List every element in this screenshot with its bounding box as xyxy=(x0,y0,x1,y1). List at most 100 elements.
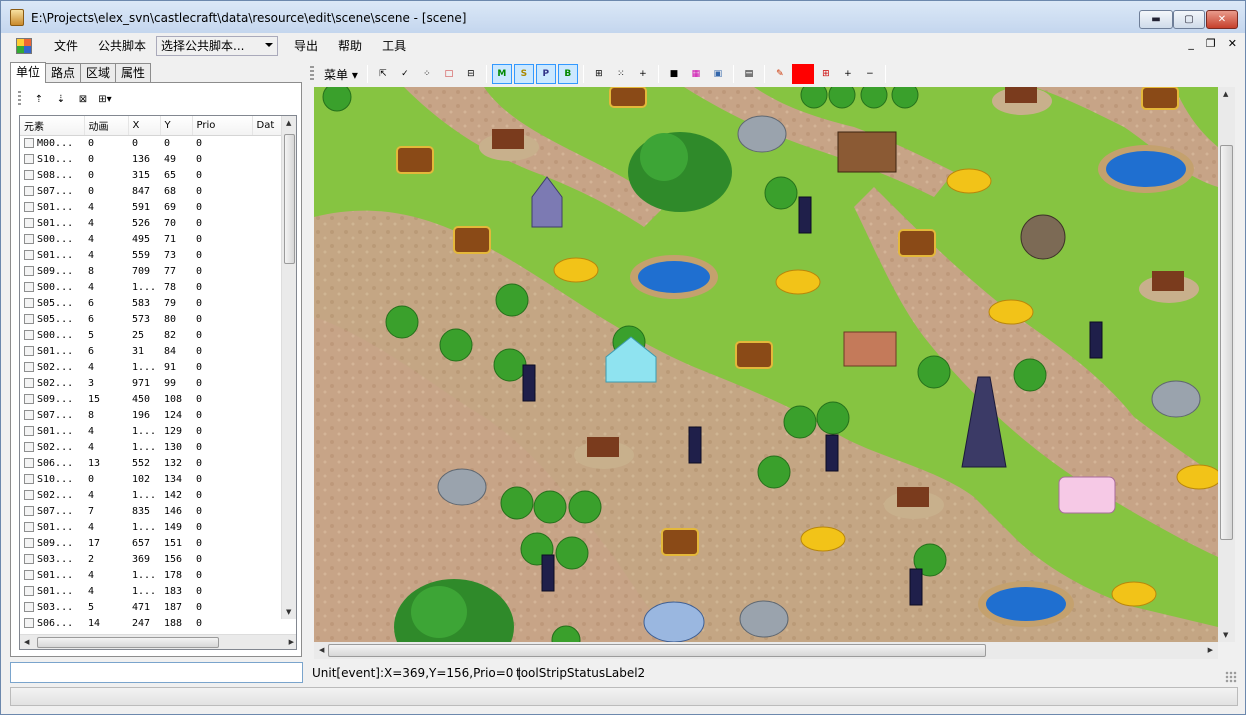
cell-element[interactable]: S09... xyxy=(20,263,84,279)
mdi-close-button[interactable]: ✕ xyxy=(1228,37,1237,50)
table-row[interactable]: S06... 14 247 188 0 xyxy=(20,615,282,631)
column-animation[interactable]: 动画 xyxy=(84,116,129,136)
document-list-icon[interactable]: ▤ xyxy=(739,64,759,84)
row-checkbox[interactable] xyxy=(24,217,34,228)
cell-element[interactable]: S01... xyxy=(20,519,84,535)
table-row[interactable]: S02... 4 1... 91 0 xyxy=(20,359,282,375)
row-checkbox[interactable] xyxy=(24,185,34,196)
map-vertical-scrollbar[interactable]: ▲ ▼ xyxy=(1218,87,1235,642)
table-row[interactable]: S01... 4 1... 178 0 xyxy=(20,567,282,583)
cell-element[interactable]: S09... xyxy=(20,391,84,407)
table-row[interactable]: S10... 0 102 134 0 xyxy=(20,471,282,487)
row-checkbox[interactable] xyxy=(24,153,34,164)
document-icon[interactable] xyxy=(16,37,32,54)
row-checkbox[interactable] xyxy=(24,505,34,516)
cell-element[interactable]: S10... xyxy=(20,471,84,487)
scroll-up-icon[interactable]: ▲ xyxy=(1223,90,1228,98)
scroll-down-icon[interactable]: ▼ xyxy=(286,608,291,616)
select-icon[interactable]: ⇱ xyxy=(373,64,393,84)
row-checkbox[interactable] xyxy=(24,393,34,404)
row-checkbox[interactable] xyxy=(24,569,34,580)
row-checkbox[interactable] xyxy=(24,457,34,468)
cell-element[interactable]: S02... xyxy=(20,375,84,391)
row-checkbox[interactable] xyxy=(24,265,34,276)
cell-element[interactable]: S09... xyxy=(20,535,84,551)
stop-square-icon[interactable]: □ xyxy=(439,64,459,84)
row-checkbox[interactable] xyxy=(24,553,34,564)
cell-element[interactable]: S02... xyxy=(20,487,84,503)
cell-element[interactable]: S03... xyxy=(20,551,84,567)
scroll-right-icon[interactable]: ▶ xyxy=(1208,646,1213,654)
map-hscroll-thumb[interactable] xyxy=(328,644,986,657)
cell-element[interactable]: S06... xyxy=(20,615,84,631)
row-checkbox[interactable] xyxy=(24,169,34,180)
layer-b-icon[interactable]: B xyxy=(557,64,578,84)
row-checkbox[interactable] xyxy=(24,409,34,420)
color-swatch-button[interactable] xyxy=(791,64,814,84)
cell-element[interactable]: S01... xyxy=(20,567,84,583)
grid-icon[interactable]: ⊞ xyxy=(589,64,609,84)
dot-grid-icon[interactable]: ⁙ xyxy=(611,64,631,84)
cell-element[interactable]: S08... xyxy=(20,167,84,183)
table-row[interactable]: S02... 4 1... 142 0 xyxy=(20,487,282,503)
row-checkbox[interactable] xyxy=(24,617,34,628)
row-checkbox[interactable] xyxy=(24,489,34,500)
status-input[interactable] xyxy=(10,662,303,683)
cell-element[interactable]: S07... xyxy=(20,503,84,519)
black-square-icon[interactable]: ■ xyxy=(664,64,684,84)
image-icon[interactable]: ▣ xyxy=(708,64,728,84)
table-row[interactable]: S07... 8 196 124 0 xyxy=(20,407,282,423)
close-button[interactable]: ✕ xyxy=(1206,10,1238,29)
column-element[interactable]: 元素 xyxy=(20,116,85,136)
grid-horizontal-scrollbar[interactable]: ◀ ▶ xyxy=(20,634,296,649)
table-row[interactable]: S00... 4 495 71 0 xyxy=(20,231,282,247)
table-row[interactable]: M00... 0 0 0 0 xyxy=(20,135,282,151)
row-checkbox[interactable] xyxy=(24,361,34,372)
cell-element[interactable]: S00... xyxy=(20,327,84,343)
map-menu-button[interactable]: 菜单 ▾ xyxy=(320,66,362,83)
row-checkbox[interactable] xyxy=(24,441,34,452)
table-row[interactable]: S05... 6 583 79 0 xyxy=(20,295,282,311)
table-row[interactable]: S07... 7 835 146 0 xyxy=(20,503,282,519)
cell-element[interactable]: M00... xyxy=(20,135,84,151)
grid-vertical-scrollbar[interactable]: ▲ ▼ xyxy=(281,116,296,619)
resize-grip[interactable] xyxy=(1225,671,1237,683)
table-row[interactable]: S09... 17 657 151 0 xyxy=(20,535,282,551)
row-checkbox[interactable] xyxy=(24,137,34,148)
cell-element[interactable]: S01... xyxy=(20,343,84,359)
table-row[interactable]: S05... 6 573 80 0 xyxy=(20,311,282,327)
cell-element[interactable]: S06... xyxy=(20,455,84,471)
table-row[interactable]: S00... 4 1... 78 0 xyxy=(20,279,282,295)
table-row[interactable]: S01... 4 559 73 0 xyxy=(20,247,282,263)
table-row[interactable]: S01... 4 526 70 0 xyxy=(20,215,282,231)
grid-dropdown-icon[interactable]: ⊞▾ xyxy=(97,94,113,105)
row-checkbox[interactable] xyxy=(24,297,34,308)
color-palette-icon[interactable]: ▦ xyxy=(686,64,706,84)
tab-regions[interactable]: 区域 xyxy=(80,63,117,82)
table-row[interactable]: S06... 13 552 132 0 xyxy=(20,455,282,471)
scroll-down-icon[interactable]: ▼ xyxy=(1223,631,1228,639)
cell-element[interactable]: S01... xyxy=(20,423,84,439)
dots-grid-icon[interactable]: ⁘ xyxy=(417,64,437,84)
row-checkbox[interactable] xyxy=(24,377,34,388)
row-checkbox[interactable] xyxy=(24,521,34,532)
menu-file[interactable]: 文件 xyxy=(44,36,88,56)
table-row[interactable]: S01... 4 1... 183 0 xyxy=(20,583,282,599)
table-row[interactable]: S09... 15 450 108 0 xyxy=(20,391,282,407)
scroll-left-icon[interactable]: ◀ xyxy=(319,646,324,654)
scroll-up-icon[interactable]: ▲ xyxy=(286,119,291,127)
grid-vscroll-thumb[interactable] xyxy=(284,134,295,264)
mdi-restore-button[interactable]: ❐ xyxy=(1206,37,1216,50)
check-icon[interactable]: ✓ xyxy=(395,64,415,84)
map-horizontal-scrollbar[interactable]: ◀ ▶ xyxy=(314,642,1218,659)
plus-icon[interactable]: + xyxy=(633,64,653,84)
cell-element[interactable]: S00... xyxy=(20,279,84,295)
row-checkbox[interactable] xyxy=(24,329,34,340)
column-y[interactable]: Y xyxy=(160,116,193,136)
row-checkbox[interactable] xyxy=(24,345,34,356)
mdi-minimize-button[interactable]: _ xyxy=(1188,37,1194,50)
row-checkbox[interactable] xyxy=(24,201,34,212)
column-prio[interactable]: Prio xyxy=(192,116,253,136)
table-row[interactable]: S03... 2 369 156 0 xyxy=(20,551,282,567)
row-checkbox[interactable] xyxy=(24,313,34,324)
